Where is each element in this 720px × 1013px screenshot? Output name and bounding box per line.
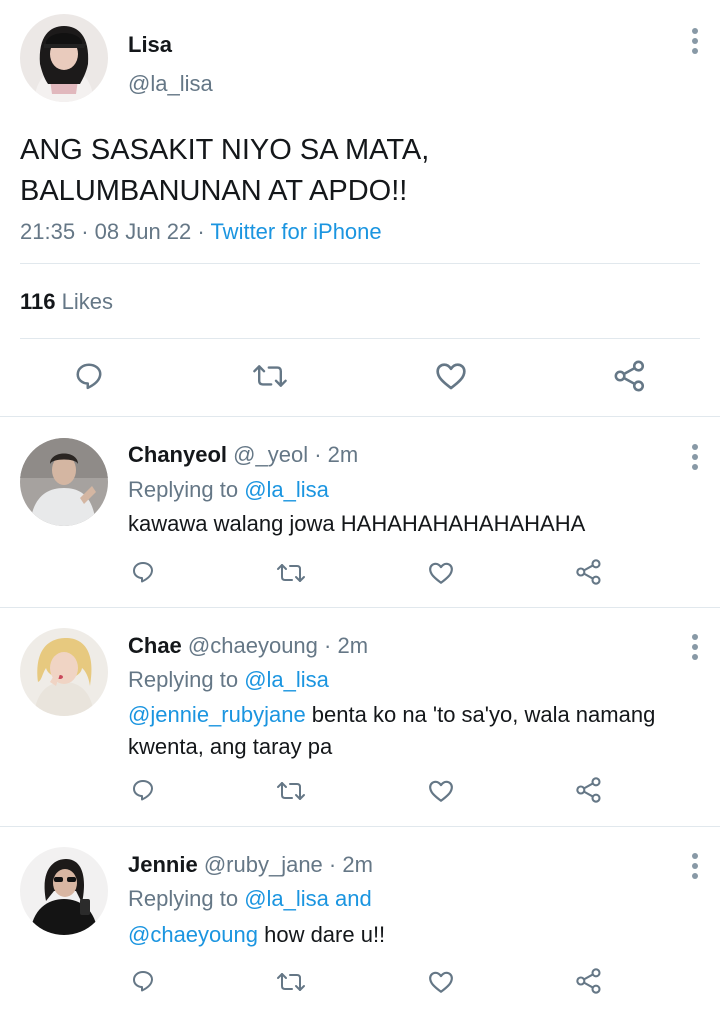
reply-author-name[interactable]: Chanyeol — [128, 442, 227, 467]
tweet-text: ANG SASAKIT NIYO SA MATA, BALUMBANUNAN A… — [20, 130, 680, 212]
retweet-icon[interactable] — [276, 970, 306, 994]
tweet-text-line: BALUMBANUNAN AT APDO!! — [20, 175, 408, 207]
author-handle[interactable]: @la_lisa — [128, 71, 213, 97]
replying-to-link[interactable]: @la_lisa — [244, 667, 329, 692]
replying-to-label: Replying to — [128, 886, 239, 911]
reply-mention-link[interactable]: @jennie_rubyjane — [128, 702, 306, 727]
more-options-icon[interactable] — [691, 853, 699, 881]
more-options-icon[interactable] — [691, 634, 699, 662]
share-icon[interactable] — [575, 967, 603, 995]
reply-author-name[interactable]: Chae — [128, 633, 182, 658]
reply-avatar[interactable] — [20, 847, 108, 935]
likes-number: 116 — [20, 289, 56, 314]
reply-text-content: kawawa walang jowa HAHAHAHAHAHAHAHA — [128, 511, 586, 536]
tweet-text-line: ANG SASAKIT NIYO SA MATA, — [20, 134, 430, 166]
more-options-icon[interactable] — [691, 28, 699, 56]
reply-author-handle[interactable]: @ruby_jane — [204, 852, 323, 877]
retweet-icon[interactable] — [276, 561, 306, 585]
reply-icon[interactable] — [74, 361, 104, 391]
share-icon[interactable] — [575, 558, 603, 586]
reply-header: Chanyeol @_yeol · 2m — [128, 442, 358, 468]
reply-tweet[interactable]: Jennie @ruby_jane · 2m Replying to @la_l… — [0, 827, 720, 1013]
reply-time: · 2m — [328, 852, 373, 877]
reply-header: Jennie @ruby_jane · 2m — [128, 852, 373, 878]
reply-icon[interactable] — [131, 778, 155, 802]
like-icon[interactable] — [428, 561, 454, 585]
reply-icon[interactable] — [131, 969, 155, 993]
reply-mention-link[interactable]: @chaeyoung — [128, 922, 258, 947]
reply-author-handle[interactable]: @_yeol — [233, 442, 308, 467]
replying-to-label: Replying to — [128, 667, 239, 692]
retweet-icon[interactable] — [276, 779, 306, 803]
tweet-meta: 21:35 · 08 Jun 22 · Twitter for iPhone — [20, 219, 382, 245]
like-icon[interactable] — [428, 970, 454, 994]
meta-separator: · — [81, 219, 89, 244]
reply-author-handle[interactable]: @chaeyoung — [188, 633, 318, 658]
lisa-avatar[interactable] — [20, 14, 108, 102]
reply-text: kawawa walang jowa HAHAHAHAHAHAHAHA — [128, 508, 703, 540]
reply-time: · 2m — [314, 442, 359, 467]
reply-icon[interactable] — [131, 560, 155, 584]
more-options-icon[interactable] — [691, 444, 699, 472]
replying-to: Replying to @la_lisa — [128, 477, 329, 503]
meta-separator: · — [197, 219, 205, 244]
reply-tweet[interactable]: Chae @chaeyoung · 2m Replying to @la_lis… — [0, 608, 720, 827]
reply-author-name[interactable]: Jennie — [128, 852, 198, 877]
replying-to-link[interactable]: @la_lisa — [244, 477, 329, 502]
divider — [20, 263, 700, 264]
reply-tweet[interactable]: Chanyeol @_yeol · 2m Replying to @la_lis… — [0, 417, 720, 608]
main-tweet: Lisa @la_lisa ANG SASAKIT NIYO SA MATA, … — [0, 0, 720, 417]
divider — [20, 338, 700, 339]
replying-to: Replying to @la_lisa and — [128, 886, 372, 912]
reply-text-content: how dare u!! — [257, 922, 386, 947]
reply-avatar[interactable] — [20, 438, 108, 526]
tweet-time: 21:35 — [20, 219, 76, 244]
reply-header: Chae @chaeyoung · 2m — [128, 633, 368, 659]
replying-to-label: Replying to — [128, 477, 239, 502]
likes-label: Likes — [61, 289, 113, 314]
reply-text: @jennie_rubyjane benta ko na 'to sa'yo, … — [128, 699, 703, 763]
author-name[interactable]: Lisa — [128, 32, 172, 58]
reply-time: · 2m — [324, 633, 369, 658]
reply-avatar[interactable] — [20, 628, 108, 716]
retweet-icon[interactable] — [252, 361, 288, 391]
share-icon[interactable] — [575, 776, 603, 804]
reply-text: @chaeyoung how dare u!! — [128, 919, 703, 951]
likes-count[interactable]: 116 Likes — [20, 289, 113, 315]
share-icon[interactable] — [613, 359, 647, 393]
tweet-date: 08 Jun 22 — [94, 219, 192, 244]
replying-to-link[interactable]: @la_lisa and — [244, 886, 372, 911]
tweet-source-link[interactable]: Twitter for iPhone — [210, 219, 381, 244]
like-icon[interactable] — [435, 361, 467, 391]
like-icon[interactable] — [428, 779, 454, 803]
replying-to: Replying to @la_lisa — [128, 667, 329, 693]
